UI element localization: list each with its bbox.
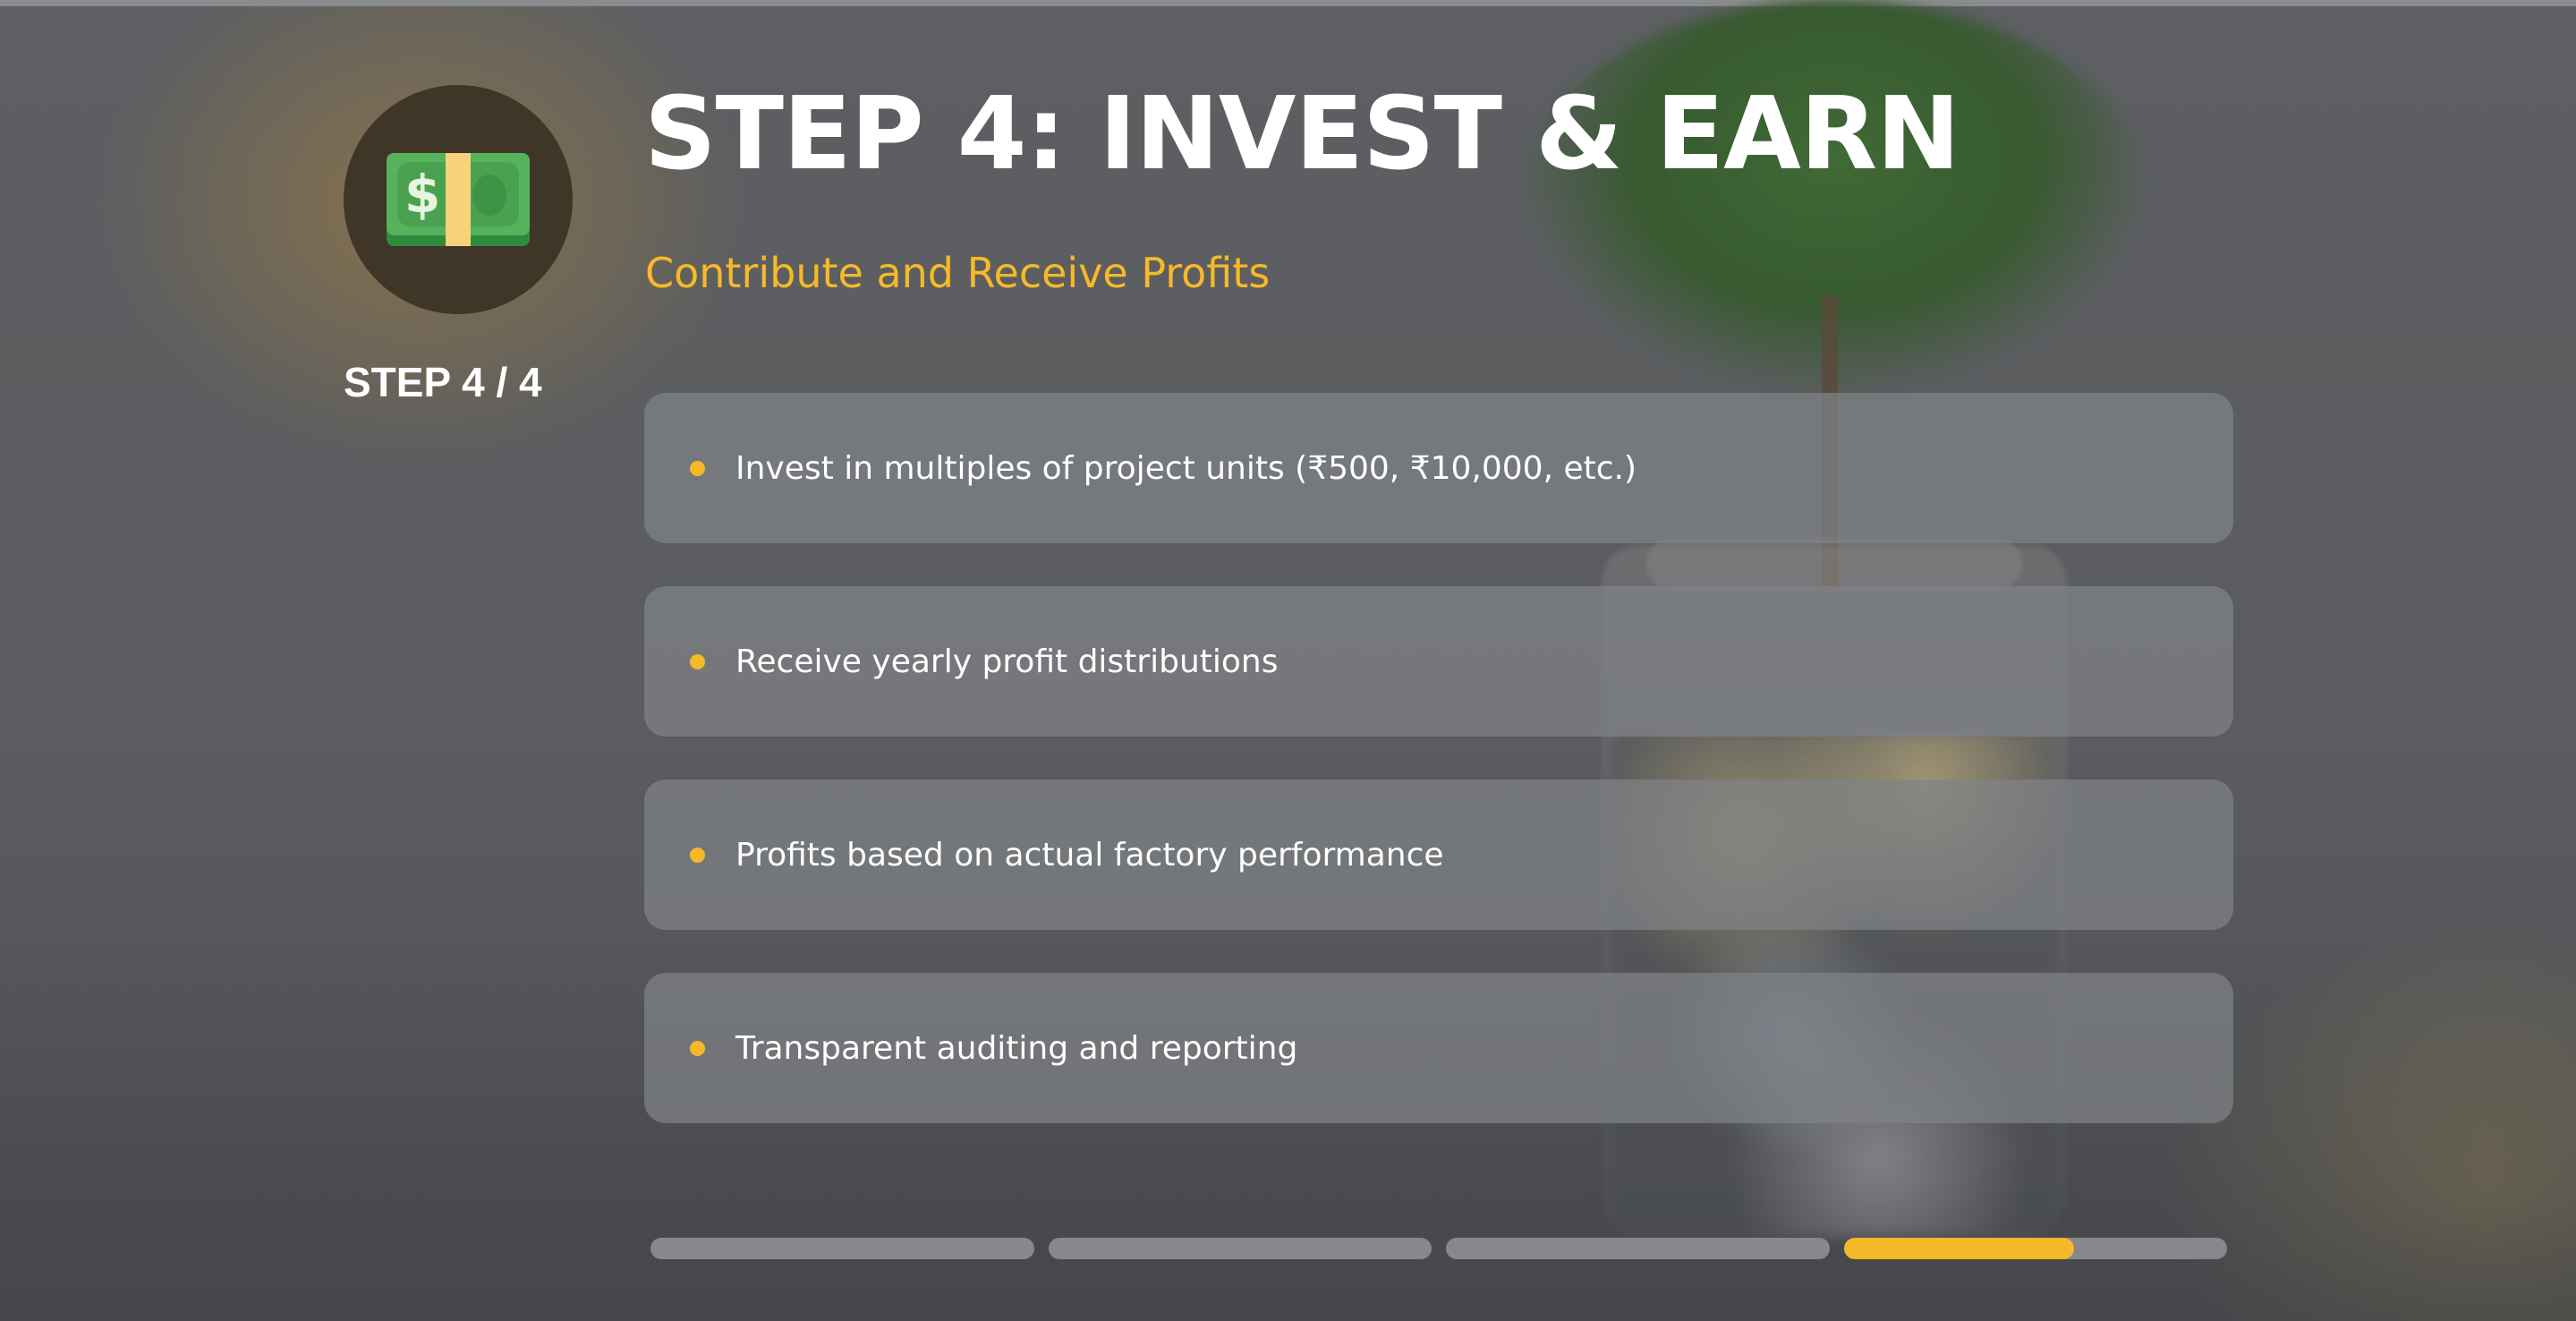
feature-list: Invest in multiples of project units (₹5…	[644, 393, 2233, 1166]
bullet-icon	[690, 1040, 705, 1056]
page-title: STEP 4: INVEST & EARN	[644, 76, 1960, 192]
top-border	[0, 0, 2576, 6]
progress-segment-3[interactable]	[1446, 1238, 1830, 1259]
list-item: Profits based on actual factory performa…	[644, 780, 2233, 930]
list-item: Transparent auditing and reporting	[644, 973, 2233, 1123]
list-item-text: Transparent auditing and reporting	[735, 1029, 1298, 1067]
step-icon-circle: $	[344, 85, 573, 314]
list-item-text: Receive yearly profit distributions	[735, 643, 1279, 680]
progress-segment-4[interactable]	[1843, 1238, 2227, 1259]
step-counter: STEP 4 / 4	[344, 359, 542, 405]
progress-segment-2[interactable]	[1048, 1238, 1432, 1259]
list-item: Invest in multiples of project units (₹5…	[644, 393, 2233, 543]
bullet-icon	[690, 653, 705, 669]
bullet-icon	[690, 847, 705, 863]
bullet-icon	[690, 460, 705, 476]
slide: $ STEP 4 / 4 STEP 4: INVEST & EARN Contr…	[0, 0, 2576, 1321]
page-subtitle: Contribute and Receive Profits	[645, 249, 1271, 297]
list-item: Receive yearly profit distributions	[644, 586, 2233, 737]
money-bill-icon: $	[387, 153, 530, 246]
list-item-text: Invest in multiples of project units (₹5…	[735, 449, 1637, 487]
list-item-text: Profits based on actual factory performa…	[735, 836, 1444, 874]
progress-segment-1[interactable]	[650, 1238, 1034, 1259]
progress-fill	[1843, 1238, 2074, 1259]
dollar-sign: $	[404, 164, 441, 225]
step-progress	[650, 1238, 2227, 1259]
